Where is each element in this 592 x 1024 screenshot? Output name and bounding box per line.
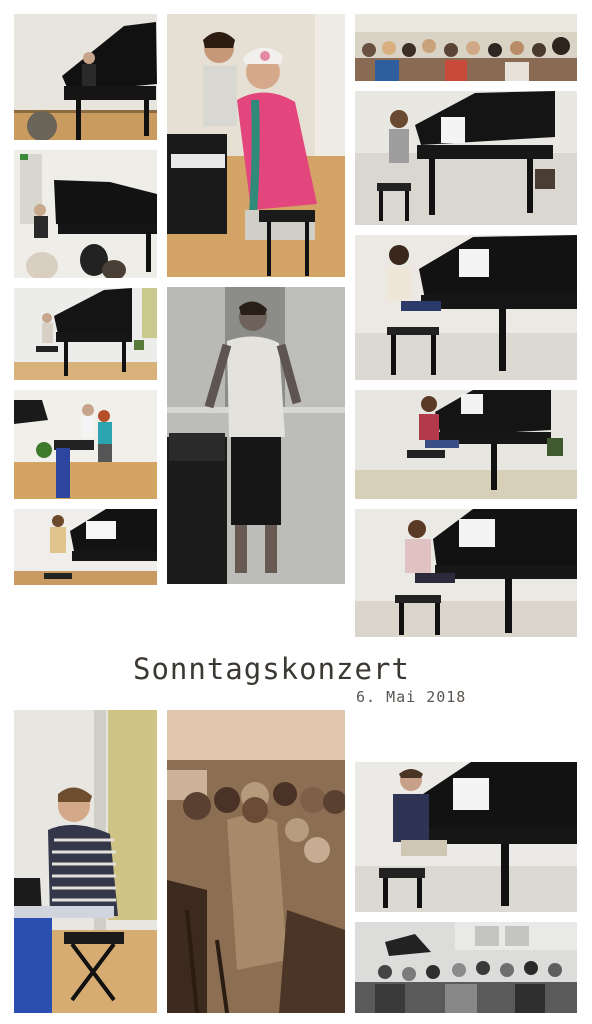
photo-girl-grand-piano-1 (355, 91, 577, 225)
photo-girl-grand-piano-2 (355, 235, 577, 380)
photo-audience-sepia (167, 710, 345, 1013)
photo-duet-keyboard (14, 390, 157, 499)
photo-duet-upright-piano (167, 14, 345, 277)
photo-girl-grand-piano-3 (355, 390, 577, 499)
photo-girl-grand-piano (14, 288, 157, 380)
photo-woman-speaking (167, 287, 345, 584)
page-title: Sonntagskonzert (133, 652, 410, 686)
photo-boy-at-grand-piano (14, 14, 157, 140)
photo-boy-at-keyboard (14, 710, 157, 1013)
photo-boy-grand-piano-striped (355, 762, 577, 912)
event-date: 6. Mai 2018 (356, 688, 467, 706)
photo-boy-grand-piano-side (14, 509, 157, 585)
photo-girl-grand-piano-4 (355, 509, 577, 637)
photo-pianist-audience-front (14, 150, 157, 278)
photo-audience-grayscale (355, 922, 577, 1013)
photo-audience-color (355, 14, 577, 81)
